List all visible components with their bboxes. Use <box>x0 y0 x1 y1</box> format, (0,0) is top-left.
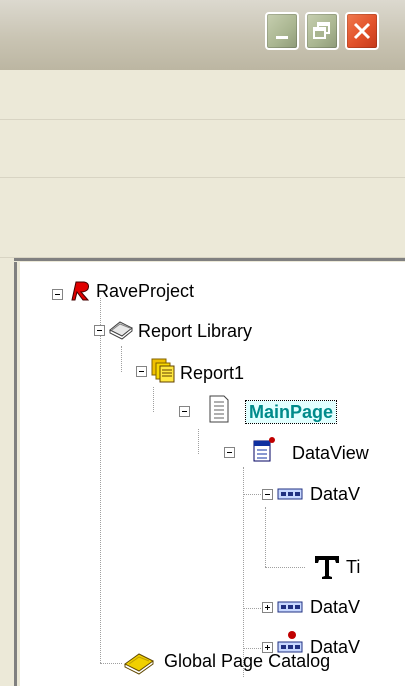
toolbar-band-2 <box>0 120 405 178</box>
text-tool-icon <box>315 556 339 579</box>
report-pages-icon <box>151 358 175 383</box>
tree-line-mainpage <box>198 429 199 454</box>
tree-hline-text <box>265 567 305 568</box>
expand-datav-2[interactable] <box>262 602 273 613</box>
tree-line-report1 <box>153 387 154 412</box>
tree-node-rave-project[interactable]: RaveProject <box>96 280 194 302</box>
tree-node-global-page-catalog[interactable]: Global Page Catalog <box>164 650 330 672</box>
close-icon <box>353 22 371 40</box>
minimize-button[interactable] <box>265 12 299 50</box>
panel-left-border <box>14 262 17 686</box>
tree-node-report1[interactable]: Report1 <box>180 362 244 384</box>
tree-node-dataview[interactable]: DataView <box>292 442 369 464</box>
tree-hline-datav2 <box>243 608 263 609</box>
title-bar <box>0 0 405 70</box>
dataview-icon <box>253 437 275 462</box>
tree-node-datav-2[interactable]: DataV <box>310 596 360 618</box>
restore-icon <box>313 22 330 39</box>
tree-line-library <box>121 346 122 372</box>
databand-icon <box>277 601 303 613</box>
tree-node-report-library[interactable]: Report Library <box>138 320 252 342</box>
minimize-icon <box>276 36 288 39</box>
tree-line-dataview <box>243 467 244 677</box>
toolbar-band-1 <box>0 70 405 120</box>
databand-icon <box>277 488 303 500</box>
rave-logo-icon <box>71 281 90 301</box>
tree-hline-datav3 <box>243 648 263 649</box>
restore-button[interactable] <box>305 12 339 50</box>
collapse-datav-1[interactable] <box>262 489 273 500</box>
panel-left-gutter <box>0 258 20 686</box>
tree-line-datav1 <box>265 507 266 567</box>
tree-line-root <box>100 298 101 663</box>
collapse-mainpage[interactable] <box>179 406 190 417</box>
tree-node-datav-1[interactable]: DataV <box>310 483 360 505</box>
tree-node-text[interactable]: Ti <box>346 556 360 578</box>
collapse-report-library[interactable] <box>94 325 105 336</box>
toolbar-band-3 <box>0 178 405 258</box>
close-button[interactable] <box>345 12 379 50</box>
panel-top-border <box>14 258 405 261</box>
tree-hline-catalog <box>100 663 122 664</box>
tree-hline-datav1 <box>243 494 263 495</box>
collapse-rave-project[interactable] <box>52 289 63 300</box>
tree-node-mainpage[interactable]: MainPage <box>244 400 338 424</box>
book-stack-icon <box>109 321 133 340</box>
catalog-book-icon <box>124 653 154 675</box>
collapse-report1[interactable] <box>136 366 147 377</box>
page-icon <box>209 395 229 423</box>
collapse-dataview[interactable] <box>224 447 235 458</box>
